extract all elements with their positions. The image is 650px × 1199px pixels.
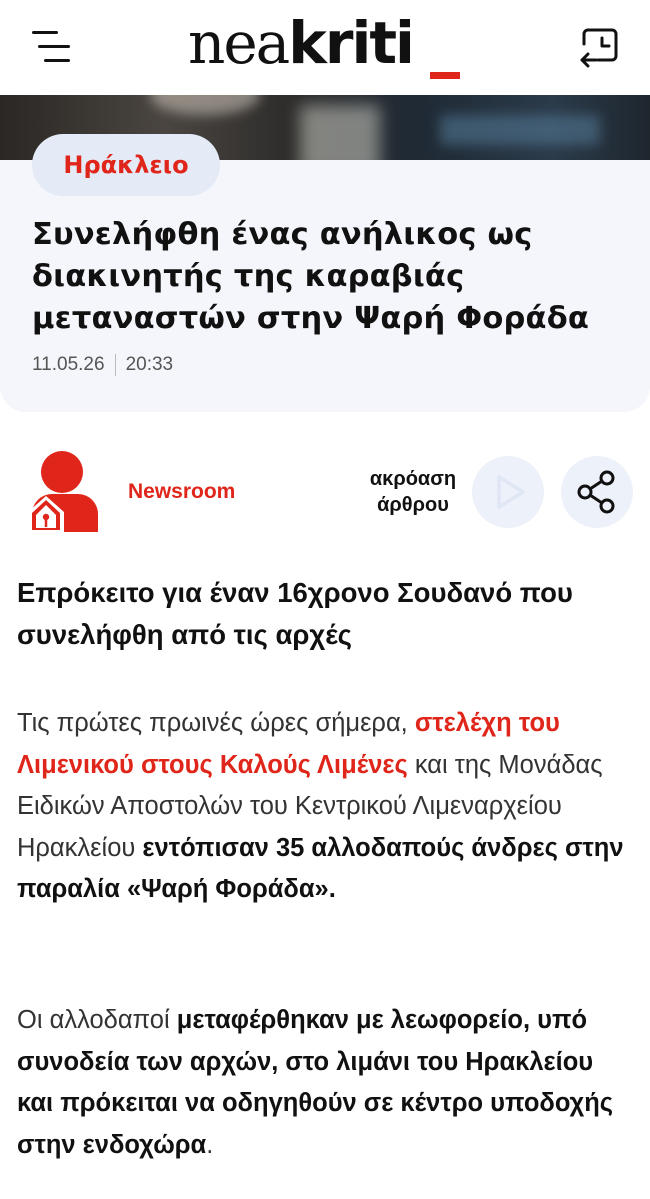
article-paragraph-2: Οι αλλοδαποί μεταφέρθηκαν με λεωφορείο, … [17, 1000, 633, 1166]
hamburger-icon-line [44, 59, 70, 62]
site-logo[interactable]: neakriti [188, 8, 415, 86]
menu-button[interactable] [30, 28, 72, 64]
author-name[interactable]: Newsroom [128, 480, 235, 504]
history-button[interactable] [578, 24, 620, 68]
article-lead: Επρόκειτο για έναν 16χρονο Σουδανό που σ… [17, 577, 573, 650]
play-icon [497, 475, 525, 509]
meta-divider [114, 354, 116, 376]
article-paragraph-1: Τις πρώτες πρωινές ώρες σήμερα, στελέχη … [17, 703, 633, 911]
site-header: neakriti [0, 0, 650, 95]
play-audio-button[interactable] [472, 456, 544, 528]
paragraph-text: Τις πρώτες πρωινές ώρες σήμερα, [17, 709, 415, 737]
logo-bold-text: kriti [288, 9, 415, 77]
paragraph-text: Οι αλλοδαποί [17, 1006, 177, 1034]
article-headline: Συνελήφθη ένας ανήλικος ως διακινητής τη… [32, 217, 590, 336]
logo-light-text: nea [188, 9, 290, 77]
share-icon [577, 470, 615, 514]
logo-underscore [430, 72, 460, 79]
author-avatar[interactable] [22, 448, 102, 534]
article-meta: 11.05.26 20:33 [32, 354, 173, 376]
category-badge[interactable]: Ηράκλειο [32, 134, 220, 196]
hamburger-icon [32, 31, 58, 34]
paragraph-text: . [206, 1130, 214, 1159]
article-time: 20:33 [125, 354, 174, 375]
share-button[interactable] [561, 456, 633, 528]
listen-article-label: ακρόαση άρθρου [369, 468, 457, 516]
author-pen-icon [28, 451, 98, 532]
article-date: 11.05.26 [32, 354, 105, 375]
history-icon [580, 28, 618, 68]
hamburger-icon-line [38, 45, 70, 48]
